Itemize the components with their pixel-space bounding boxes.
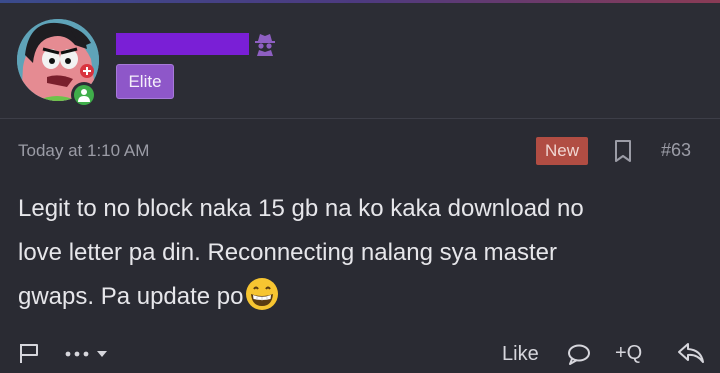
spy-icon	[255, 34, 275, 56]
post-actions: Like +Q	[0, 336, 720, 373]
online-person-icon	[74, 85, 94, 105]
post-number-link[interactable]: #63	[661, 140, 691, 161]
flag-icon[interactable]	[17, 341, 41, 365]
grinning-face-emoji	[245, 278, 278, 310]
multi-quote-button[interactable]: +Q	[615, 342, 642, 365]
message-line: Legit to no block naka 15 gb na ko kaka …	[18, 195, 584, 222]
forum-post: Elite Today at 1:10 AM New #63 Legit to …	[0, 0, 720, 373]
message-line-text: gwaps. Pa update po	[18, 283, 244, 310]
post-meta-row: Today at 1:10 AM New #63	[0, 119, 720, 181]
bookmark-icon[interactable]	[612, 139, 634, 163]
message-line: gwaps. Pa update po	[18, 275, 708, 319]
like-button[interactable]: Like	[502, 343, 539, 366]
new-badge: New	[536, 137, 588, 165]
post-timestamp[interactable]: Today at 1:10 AM	[18, 141, 149, 161]
more-options-menu[interactable]	[63, 344, 113, 364]
post-message: Legit to no block naka 15 gb na ko kaka …	[18, 187, 708, 319]
reply-arrow-icon[interactable]	[677, 340, 705, 366]
ellipsis-dropdown-icon	[65, 351, 107, 357]
user-title-badge: Elite	[116, 64, 174, 99]
post-header: Elite	[0, 3, 720, 119]
online-status-badge	[71, 82, 97, 108]
redacted-username[interactable]	[116, 33, 249, 55]
comment-icon[interactable]	[567, 343, 591, 365]
message-line: love letter pa din. Reconnecting nalang …	[18, 239, 557, 266]
